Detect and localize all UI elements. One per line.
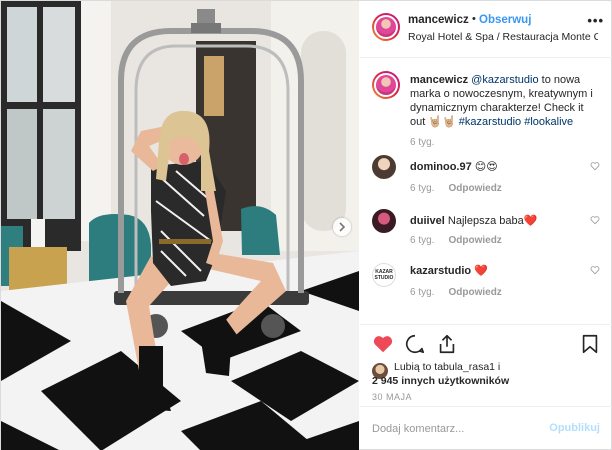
comment-icon[interactable] <box>404 333 426 355</box>
action-bar <box>360 324 612 362</box>
likes-line-1[interactable]: Lubią to tabula_rasa1 i <box>394 361 500 373</box>
more-options-icon[interactable]: ••• <box>587 13 604 28</box>
comment-text: ❤️ <box>471 265 488 277</box>
publish-button[interactable]: Opublikuj <box>549 422 600 434</box>
comment-like-icon[interactable] <box>590 265 600 275</box>
post-photo[interactable] <box>1 1 359 450</box>
comment-line: dominoo.97 😊😍 <box>410 160 498 173</box>
caption-time[interactable]: 6 tyg. <box>410 137 434 148</box>
follow-button[interactable]: Obserwuj <box>479 14 531 26</box>
reply-button[interactable]: Odpowiedz <box>448 183 501 194</box>
comment-time[interactable]: 6 tyg. <box>410 287 434 298</box>
hashtag-lookalive[interactable]: #lookalive <box>524 116 573 128</box>
post-header: mancewicz • Obserwuj Royal Hotel & Spa /… <box>360 1 612 58</box>
commenter-avatar[interactable]: KAZAR STUDIO <box>372 263 396 287</box>
comment-text: Najlepsza baba❤️ <box>444 215 538 227</box>
location-link[interactable]: Royal Hotel & Spa / Restauracja Monte C.… <box>408 31 598 43</box>
heart-icon[interactable] <box>372 333 394 355</box>
comment-like-icon[interactable] <box>590 215 600 225</box>
comment-meta: 6 tyg. Odpowiedz <box>410 183 502 194</box>
comment-time[interactable]: 6 tyg. <box>410 183 434 194</box>
caption-text: mancewicz @kazarstudio to nowa marka o n… <box>410 73 600 129</box>
likes-summary[interactable]: Lubią to tabula_rasa1 i 2 945 innych uży… <box>372 360 607 390</box>
comment-username[interactable]: duiivel <box>410 215 445 227</box>
chevron-right-icon <box>339 222 346 232</box>
comment-text: 😊😍 <box>471 161 498 173</box>
comment-like-icon[interactable] <box>590 161 600 171</box>
comment-time[interactable]: 6 tyg. <box>410 235 434 246</box>
likes-count[interactable]: 2 945 innych użytkowników <box>372 375 509 387</box>
caption-mention[interactable]: @kazarstudio <box>471 74 538 86</box>
hashtag-kazarstudio[interactable]: #kazarstudio <box>459 116 521 128</box>
comment-username[interactable]: dominoo.97 <box>410 161 472 173</box>
photo-illustration <box>1 1 359 450</box>
reply-button[interactable]: Odpowiedz <box>448 287 501 298</box>
separator-dot: • <box>472 13 476 25</box>
instagram-post: mancewicz • Obserwuj Royal Hotel & Spa /… <box>0 0 612 450</box>
reply-button[interactable]: Odpowiedz <box>448 235 501 246</box>
comments-list[interactable]: mancewicz @kazarstudio to nowa marka o n… <box>360 59 612 324</box>
next-photo-button[interactable] <box>333 218 351 236</box>
comment-input[interactable] <box>372 420 542 438</box>
caption-avatar[interactable] <box>372 71 400 99</box>
comment-meta: 6 tyg. Odpowiedz <box>410 287 502 298</box>
comment-line: kazarstudio ❤️ <box>410 264 488 277</box>
commenter-avatar[interactable] <box>372 155 396 179</box>
bookmark-icon[interactable] <box>579 333 601 355</box>
caption-username[interactable]: mancewicz <box>410 74 468 86</box>
author-username[interactable]: mancewicz <box>408 14 469 26</box>
share-icon[interactable] <box>436 333 458 355</box>
commenter-avatar[interactable] <box>372 209 396 233</box>
comment-line: duiivel Najlepsza baba❤️ <box>410 214 537 227</box>
add-comment-bar: Opublikuj <box>360 406 612 450</box>
post-date[interactable]: 30 MAJA <box>372 392 412 402</box>
comment-username[interactable]: kazarstudio <box>410 265 471 277</box>
post-side-panel: mancewicz • Obserwuj Royal Hotel & Spa /… <box>360 1 612 450</box>
kazar-logo-text: KAZAR STUDIO <box>374 269 394 281</box>
author-avatar[interactable] <box>372 13 400 41</box>
comment-meta: 6 tyg. Odpowiedz <box>410 235 502 246</box>
